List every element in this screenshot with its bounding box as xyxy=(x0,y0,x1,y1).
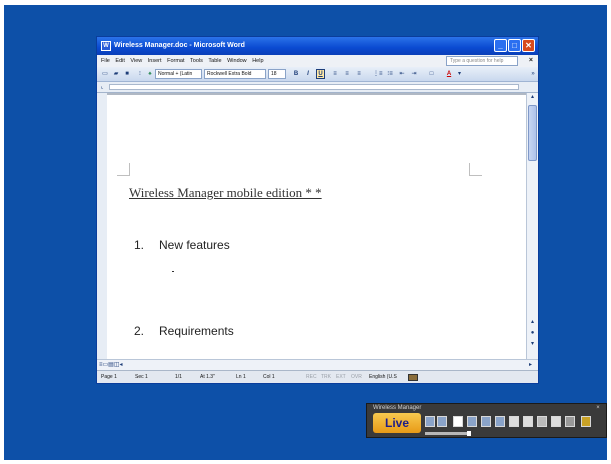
new-document-icon[interactable]: ▭ xyxy=(101,70,109,78)
volume-slider[interactable] xyxy=(425,431,471,436)
status-rec[interactable]: REC xyxy=(306,371,317,383)
numbering-icon[interactable]: ⋮≡ xyxy=(373,70,383,78)
scroll-thumb[interactable] xyxy=(528,105,537,161)
horizontal-scrollbar[interactable]: ≡▭▤◫◂ ▸ xyxy=(97,359,538,370)
status-column: Col 1 xyxy=(263,374,275,380)
calendar-icon[interactable] xyxy=(481,416,491,427)
display-icon[interactable] xyxy=(453,416,463,427)
word-window: W Wireless Manager.doc - Microsoft Word … xyxy=(96,36,539,384)
next-page-icon[interactable]: ▾ xyxy=(529,340,536,348)
list-text: Requirements xyxy=(159,324,234,338)
settings-icon[interactable] xyxy=(537,416,547,427)
wireless-manager-panel: Wireless Manager × Live xyxy=(366,403,607,438)
align-right-icon[interactable]: ≡ xyxy=(355,70,363,78)
status-line: Ln 1 xyxy=(236,374,246,380)
bullet-marker xyxy=(172,271,174,272)
save-icon[interactable]: ■ xyxy=(123,70,131,78)
menu-tools[interactable]: Tools xyxy=(190,55,203,67)
close-button[interactable]: ✕ xyxy=(522,39,535,52)
font-dropdown[interactable]: Rockwell Extra Bold xyxy=(204,69,266,79)
list-text: New features xyxy=(159,238,230,252)
italic-button[interactable]: I xyxy=(304,70,312,78)
view-buttons-icon[interactable]: ≡▭▤◫◂ xyxy=(99,361,129,369)
help-search-input[interactable]: Type a question for help xyxy=(446,56,518,66)
bold-button[interactable]: B xyxy=(292,70,300,78)
formatting-toolbar: ▭ ▰ ■ ⁝ ♠ Normal + (Latin Rockwell Extra… xyxy=(97,67,538,82)
volume-slider-knob[interactable] xyxy=(467,431,471,436)
list-item: 1. New features xyxy=(134,238,230,252)
toolbar-options-icon[interactable]: ⁝ xyxy=(137,70,143,78)
bullets-icon[interactable]: ⁝≡ xyxy=(386,70,394,78)
window-icon[interactable] xyxy=(467,416,477,427)
status-at: At 1.3" xyxy=(200,374,215,380)
maximize-button[interactable]: □ xyxy=(508,39,521,52)
font-color-dropdown-icon[interactable]: ▾ xyxy=(457,70,462,78)
ruler-band xyxy=(109,84,519,90)
minimize-button[interactable]: _ xyxy=(494,39,507,52)
list-number: 1. xyxy=(134,238,145,252)
document-page[interactable]: Wireless Manager mobile edition * * 1. Ne… xyxy=(107,93,526,370)
status-ext[interactable]: EXT xyxy=(336,371,346,383)
font-color-button[interactable]: A xyxy=(445,70,453,78)
status-pages: 1/1 xyxy=(175,374,182,380)
menu-window[interactable]: Window xyxy=(227,55,247,67)
previous-page-icon[interactable]: ▴ xyxy=(529,318,536,326)
status-trk[interactable]: TRK xyxy=(321,371,331,383)
menu-view[interactable]: View xyxy=(130,55,142,67)
horizontal-ruler[interactable]: ⌞ xyxy=(97,82,538,93)
align-left-icon[interactable]: ≡ xyxy=(331,70,339,78)
increase-indent-icon[interactable]: ⇥ xyxy=(410,70,418,78)
device-icon[interactable] xyxy=(565,416,575,427)
align-center-icon[interactable]: ≡ xyxy=(343,70,351,78)
document-close-icon[interactable]: × xyxy=(529,55,533,67)
network-icon[interactable] xyxy=(551,416,561,427)
menu-table[interactable]: Table xyxy=(208,55,221,67)
menu-insert[interactable]: Insert xyxy=(148,55,162,67)
spelling-check-icon[interactable] xyxy=(408,374,418,381)
toolbar-overflow-icon[interactable]: » xyxy=(530,70,536,78)
grid-icon[interactable] xyxy=(495,416,505,427)
style-dropdown[interactable]: Normal + (Latin xyxy=(155,69,202,79)
vertical-ruler[interactable] xyxy=(97,93,107,370)
margin-corner-right xyxy=(469,163,482,176)
panel-close-icon[interactable]: × xyxy=(595,404,601,412)
menu-file[interactable]: File xyxy=(101,55,110,67)
title-bar[interactable]: W Wireless Manager.doc - Microsoft Word … xyxy=(97,37,538,55)
status-page: Page 1 xyxy=(101,374,117,380)
profile-icon[interactable] xyxy=(523,416,533,427)
list-item: 2. Requirements xyxy=(134,324,234,338)
window-title: Wireless Manager.doc - Microsoft Word xyxy=(114,42,245,49)
borders-icon[interactable]: □ xyxy=(427,70,436,78)
underline-button[interactable]: U xyxy=(316,69,325,79)
tab-selector-icon[interactable]: ⌞ xyxy=(99,83,105,91)
word-icon: W xyxy=(101,41,111,51)
live-button[interactable]: Live xyxy=(373,413,421,433)
open-folder-icon[interactable]: ▰ xyxy=(112,70,120,78)
list-number: 2. xyxy=(134,324,145,338)
scroll-right-icon[interactable]: ▸ xyxy=(527,361,534,369)
bluetooth-icon[interactable] xyxy=(437,416,447,427)
page-top-band xyxy=(107,93,526,95)
status-language[interactable]: English (U.S xyxy=(369,371,397,383)
power-icon[interactable] xyxy=(581,416,591,427)
decrease-indent-icon[interactable]: ⇤ xyxy=(398,70,406,78)
margin-corner-left xyxy=(117,163,130,176)
camera-icon[interactable] xyxy=(509,416,519,427)
font-size-dropdown[interactable]: 18 xyxy=(268,69,286,79)
document-heading: Wireless Manager mobile edition * * xyxy=(129,185,322,200)
menu-format[interactable]: Format xyxy=(167,55,184,67)
wireless-manager-title: Wireless Manager xyxy=(373,405,422,411)
wifi-icon[interactable] xyxy=(425,416,435,427)
browse-object-icon[interactable]: ● xyxy=(529,329,536,337)
status-bar: Page 1 Sec 1 1/1 At 1.3" Ln 1 Col 1 REC … xyxy=(97,370,538,383)
scroll-up-icon[interactable]: ▴ xyxy=(529,93,536,101)
menu-bar: File Edit View Insert Format Tools Table… xyxy=(97,55,538,67)
styles-icon[interactable]: ♠ xyxy=(146,70,154,78)
vertical-scrollbar[interactable]: ▴ ▴ ● ▾ xyxy=(526,93,538,370)
menu-edit[interactable]: Edit xyxy=(115,55,124,67)
menu-help[interactable]: Help xyxy=(252,55,263,67)
status-ovr[interactable]: OVR xyxy=(351,371,362,383)
status-section: Sec 1 xyxy=(135,374,148,380)
